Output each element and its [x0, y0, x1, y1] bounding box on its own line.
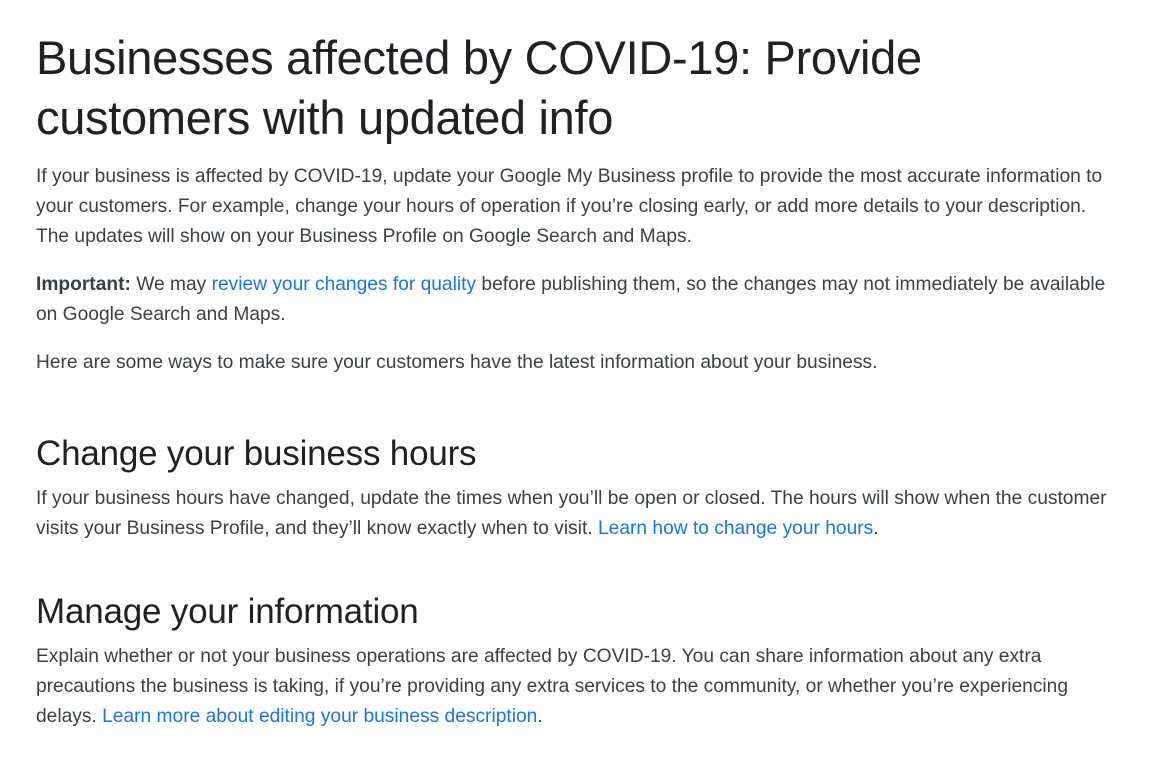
hours-paragraph: If your business hours have changed, upd…	[36, 484, 1116, 544]
heading-manage-info: Manage your information	[36, 592, 419, 631]
hours-period: .	[873, 518, 879, 539]
edit-description-link[interactable]: Learn more about editing your business d…	[102, 706, 537, 727]
page-title: Businesses affected by COVID-19: Provide…	[36, 31, 922, 144]
intro-paragraph: If your business is affected by COVID-19…	[36, 166, 1103, 247]
info-period: .	[537, 706, 543, 727]
info-paragraph: Explain whether or not your business ope…	[36, 642, 1116, 732]
change-hours-link[interactable]: Learn how to change your hours	[598, 518, 873, 539]
important-text-before: We may	[130, 274, 212, 295]
hours-text: If your business hours have changed, upd…	[36, 488, 1107, 539]
review-changes-link[interactable]: review your changes for quality	[212, 274, 477, 295]
ways-paragraph: Here are some ways to make sure your cus…	[36, 352, 878, 373]
article-content: Businesses affected by COVID-19: Provide…	[36, 0, 1116, 732]
heading-change-hours: Change your business hours	[36, 434, 477, 473]
important-label: Important:	[36, 274, 131, 295]
important-note: Important: We may review your changes fo…	[36, 270, 1116, 330]
